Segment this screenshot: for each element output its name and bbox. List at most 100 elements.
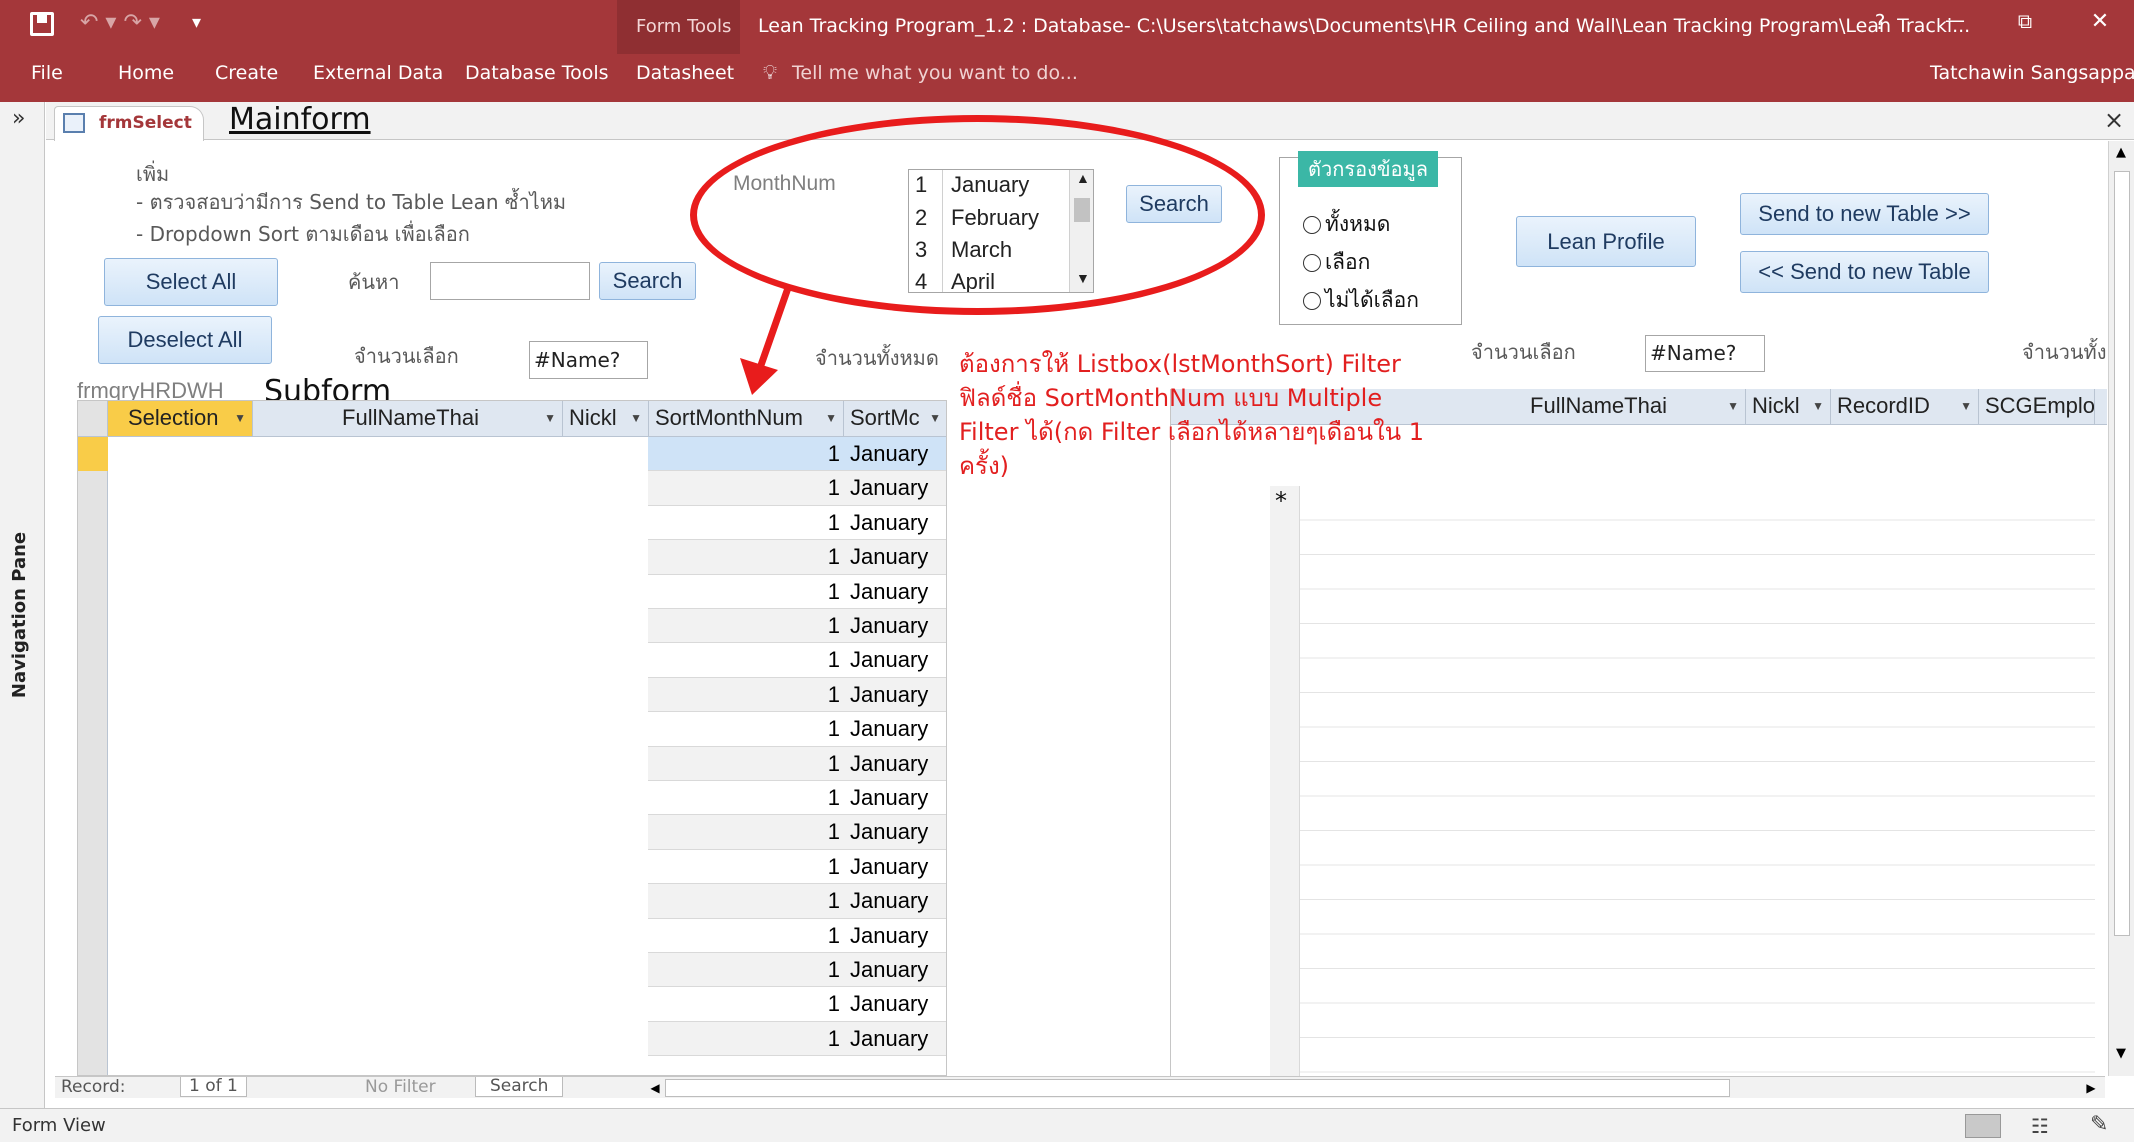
doc-close-icon[interactable]: × [2104, 106, 2124, 134]
cell-sortmonthnum[interactable]: 1 [653, 815, 840, 849]
cell-sortmonth[interactable]: January [850, 815, 928, 849]
col-header-nickname[interactable]: Nickl ▼ [563, 401, 649, 437]
cell-sortmonthnum[interactable]: 1 [653, 471, 840, 505]
search-button[interactable]: Search [599, 262, 696, 300]
chevron-down-icon[interactable]: ▼ [929, 401, 941, 435]
close-button[interactable]: ✕ [2070, 9, 2130, 34]
filter-radio-unselected[interactable]: ไม่ได้เลือก [1303, 284, 1419, 317]
cell-sortmonth[interactable]: January [850, 540, 928, 574]
select-all-corner[interactable] [78, 401, 108, 437]
cell-sortmonthnum[interactable]: 1 [653, 678, 840, 712]
deselect-all-button[interactable]: Deselect All [98, 316, 272, 364]
col-header-fullnamethai[interactable]: FullNameThai ▼ [253, 401, 563, 437]
send-to-table-button[interactable]: Send to new Table >> [1740, 193, 1989, 235]
scroll-right-icon[interactable]: ▶ [2080, 1077, 2102, 1099]
tell-me-search[interactable]: Tell me what you want to do... [792, 62, 1078, 84]
search-input[interactable] [430, 262, 590, 300]
radio-button-icon[interactable] [1303, 216, 1321, 234]
tab-create[interactable]: Create [215, 62, 278, 84]
cell-sortmonthnum[interactable]: 1 [653, 781, 840, 815]
chevron-down-icon[interactable]: ▼ [234, 401, 246, 435]
scroll-thumb[interactable] [665, 1079, 1730, 1097]
cell-sortmonth[interactable]: January [850, 1022, 928, 1056]
cell-sortmonth[interactable]: January [850, 609, 928, 643]
restore-button[interactable]: ⧉ [1995, 9, 2055, 33]
horizontal-scrollbar[interactable]: ◀ ▶ [645, 1076, 2105, 1098]
cell-sortmonth[interactable]: January [850, 747, 928, 781]
customize-qat-icon[interactable]: ▾ [192, 12, 201, 33]
cell-sortmonth[interactable]: January [850, 781, 928, 815]
form-vertical-scrollbar[interactable]: ▲ ▼ [2108, 141, 2134, 1076]
cell-sortmonthnum[interactable]: 1 [653, 747, 840, 781]
cell-sortmonth[interactable]: January [850, 987, 928, 1021]
right-record-selector-column[interactable] [1270, 486, 1300, 1076]
scroll-thumb[interactable] [2114, 171, 2130, 936]
col-header-sortmonth[interactable]: SortMc ▼ [844, 401, 946, 437]
filter-radio-selected[interactable]: เลือก [1303, 246, 1370, 279]
cell-sortmonth[interactable]: January [850, 678, 928, 712]
radio-button-icon[interactable] [1303, 254, 1321, 272]
cell-sortmonthnum[interactable]: 1 [653, 609, 840, 643]
radio-button-icon[interactable] [1303, 292, 1321, 310]
chevron-down-icon[interactable]: ▼ [825, 401, 837, 435]
doc-tab-frmselect[interactable]: frmSelect [54, 106, 204, 141]
cell-sortmonthnum[interactable]: 1 [653, 437, 840, 471]
right-col-scgemployee[interactable]: SCGEmploy [1979, 389, 2095, 425]
cell-sortmonthnum[interactable]: 1 [653, 953, 840, 987]
cell-sortmonth[interactable]: January [850, 471, 928, 505]
save-icon[interactable] [30, 12, 54, 36]
cell-sortmonthnum[interactable]: 1 [653, 1022, 840, 1056]
right-col-recordid[interactable]: RecordID ▼ [1831, 389, 1979, 425]
cell-sortmonthnum[interactable]: 1 [653, 540, 840, 574]
cell-sortmonth[interactable]: January [850, 575, 928, 609]
col-header-selection[interactable]: Selection ▼ [108, 401, 253, 437]
cell-sortmonth[interactable]: January [850, 919, 928, 953]
scroll-left-icon[interactable]: ◀ [645, 1077, 665, 1099]
cell-sortmonth[interactable]: January [850, 712, 928, 746]
cell-sortmonthnum[interactable]: 1 [653, 575, 840, 609]
form-view-icon[interactable] [1965, 1114, 2001, 1138]
cell-sortmonthnum[interactable]: 1 [653, 919, 840, 953]
chevron-down-icon[interactable]: ▼ [544, 401, 556, 435]
chevron-down-icon[interactable]: ▼ [630, 401, 642, 435]
cell-sortmonth[interactable]: January [850, 437, 928, 471]
lean-profile-button[interactable]: Lean Profile [1516, 216, 1696, 267]
minimize-button[interactable]: — [1925, 8, 1985, 32]
cell-sortmonthnum[interactable]: 1 [653, 884, 840, 918]
cell-sortmonthnum[interactable]: 1 [653, 850, 840, 884]
chevron-down-icon[interactable]: ▼ [1960, 389, 1972, 423]
right-col-fullnamethai[interactable]: FullNameThai ▼ [1446, 389, 1746, 425]
cell-sortmonth[interactable]: January [850, 643, 928, 677]
cell-sortmonthnum[interactable]: 1 [653, 987, 840, 1021]
tab-file[interactable]: File [31, 62, 63, 84]
cell-sortmonthnum[interactable]: 1 [653, 643, 840, 677]
tab-datasheet[interactable]: Datasheet [636, 62, 734, 84]
cell-sortmonthnum[interactable]: 1 [653, 506, 840, 540]
nav-toggle-icon[interactable]: » [12, 106, 25, 131]
tab-home[interactable]: Home [118, 62, 174, 84]
help-button[interactable]: ? [1850, 10, 1910, 34]
layout-view-icon[interactable]: ☷ [2031, 1114, 2049, 1138]
record-search-box[interactable]: Search [475, 1077, 564, 1097]
record-position[interactable]: 1 of 1 [180, 1077, 247, 1097]
cell-sortmonth[interactable]: January [850, 850, 928, 884]
design-view-icon[interactable]: ✎ [2090, 1112, 2108, 1137]
subform-grid[interactable]: Selection ▼ FullNameThai ▼ Nickl ▼ SortMont… [77, 400, 947, 1076]
cell-sortmonth[interactable]: January [850, 884, 928, 918]
right-grid[interactable]: FullNameThai ▼ Nickl ▼ RecordID ▼ SCGEmploy… [1170, 389, 2107, 1077]
select-all-button[interactable]: Select All [104, 258, 278, 306]
scroll-up-icon[interactable]: ▲ [2116, 145, 2126, 160]
scroll-down-icon[interactable]: ▼ [2116, 1046, 2126, 1061]
cell-sortmonth[interactable]: January [850, 506, 928, 540]
send-back-table-button[interactable]: << Send to new Table [1740, 251, 1989, 293]
cell-sortmonth[interactable]: January [850, 953, 928, 987]
chevron-down-icon[interactable]: ▼ [1812, 389, 1824, 423]
chevron-down-icon[interactable]: ▼ [1727, 389, 1739, 423]
cell-sortmonthnum[interactable]: 1 [653, 712, 840, 746]
col-header-sortmonthnum[interactable]: SortMonthNum ▼ [649, 401, 844, 437]
tab-database-tools[interactable]: Database Tools [465, 62, 609, 84]
right-col-nickname[interactable]: Nickl ▼ [1746, 389, 1831, 425]
undo-icon[interactable]: ↶ ▾ ↷ ▾ [80, 10, 160, 35]
tab-external-data[interactable]: External Data [313, 62, 443, 84]
no-filter-indicator[interactable]: No Filter [365, 1077, 436, 1097]
